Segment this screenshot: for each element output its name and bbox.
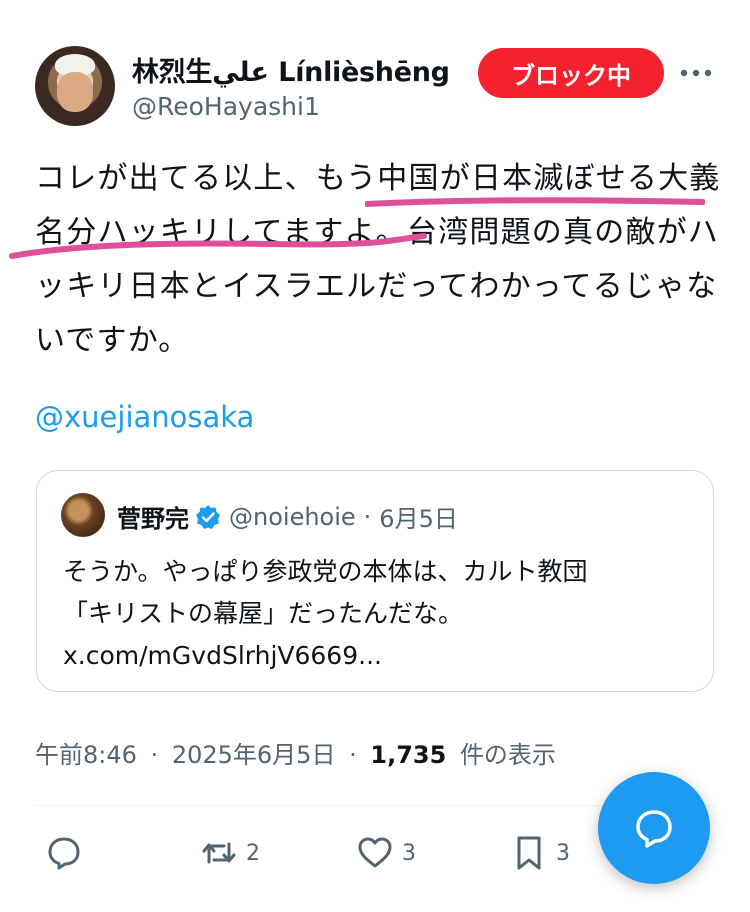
tweet-meta: 午前8:46 · 2025年6月5日 · 1,735 件の表示 [35, 735, 556, 770]
meta-sep-1: · [150, 741, 159, 769]
like-button[interactable]: 3 [356, 834, 416, 872]
reply-icon [48, 837, 80, 870]
views-label: 件の表示 [459, 741, 556, 769]
compose-reply-icon [636, 810, 672, 848]
bookmark-count: 3 [556, 840, 570, 866]
mention-link[interactable]: @xuejianosaka [35, 400, 254, 434]
quote-header: 菅野完 @noiehoie · 6月5日 [117, 499, 458, 534]
highlight-mark-2 [9, 233, 427, 259]
tweet-date[interactable]: 2025年6月5日 [172, 741, 336, 769]
bookmark-button[interactable]: 3 [510, 834, 570, 872]
quote-date[interactable]: 6月5日 [379, 499, 458, 534]
avatar-face [57, 72, 93, 112]
author-name[interactable]: 林烈生علي Línlièshēng [132, 50, 450, 89]
verified-icon [196, 504, 220, 529]
quote-author-name[interactable]: 菅野完 [117, 499, 189, 534]
compose-reply-button[interactable] [598, 772, 710, 884]
like-icon [358, 837, 392, 868]
repost-icon [202, 842, 236, 864]
meta-sep-2: · [349, 741, 357, 769]
author-avatar[interactable] [35, 46, 115, 126]
repost-count: 2 [246, 840, 260, 866]
tweet-time[interactable]: 午前8:46 [35, 741, 137, 769]
quote-link[interactable]: x.com/mGvdSlrhjV6669... [63, 635, 703, 677]
quote-separator: · [363, 502, 372, 531]
quote-text: そうか。やっぱり参政党の本体は、カルト教団 「キリストの幕屋」だったんだな。 x… [63, 551, 703, 677]
bookmark-icon [517, 836, 541, 870]
author-handle[interactable]: @ReoHayashi1 [132, 92, 320, 121]
reply-button[interactable] [45, 834, 91, 872]
quote-text-line1: そうか。やっぱり参政党の本体は、カルト教団 [63, 557, 588, 586]
quote-avatar[interactable] [61, 493, 105, 537]
views-count: 1,735 [370, 741, 447, 769]
highlight-mark-1 [365, 197, 705, 207]
blocked-button[interactable]: ブロック中 [478, 48, 664, 98]
quote-text-line2: 「キリストの幕屋」だったんだな。 [63, 599, 464, 628]
quote-handle[interactable]: @noiehoie [229, 503, 356, 531]
quoted-tweet[interactable]: 菅野完 @noiehoie · 6月5日 そうか。やっぱり参政党の本体は、カルト… [36, 470, 714, 692]
more-icon[interactable] [676, 58, 716, 88]
repost-button[interactable]: 2 [200, 834, 260, 872]
like-count: 3 [402, 840, 416, 866]
